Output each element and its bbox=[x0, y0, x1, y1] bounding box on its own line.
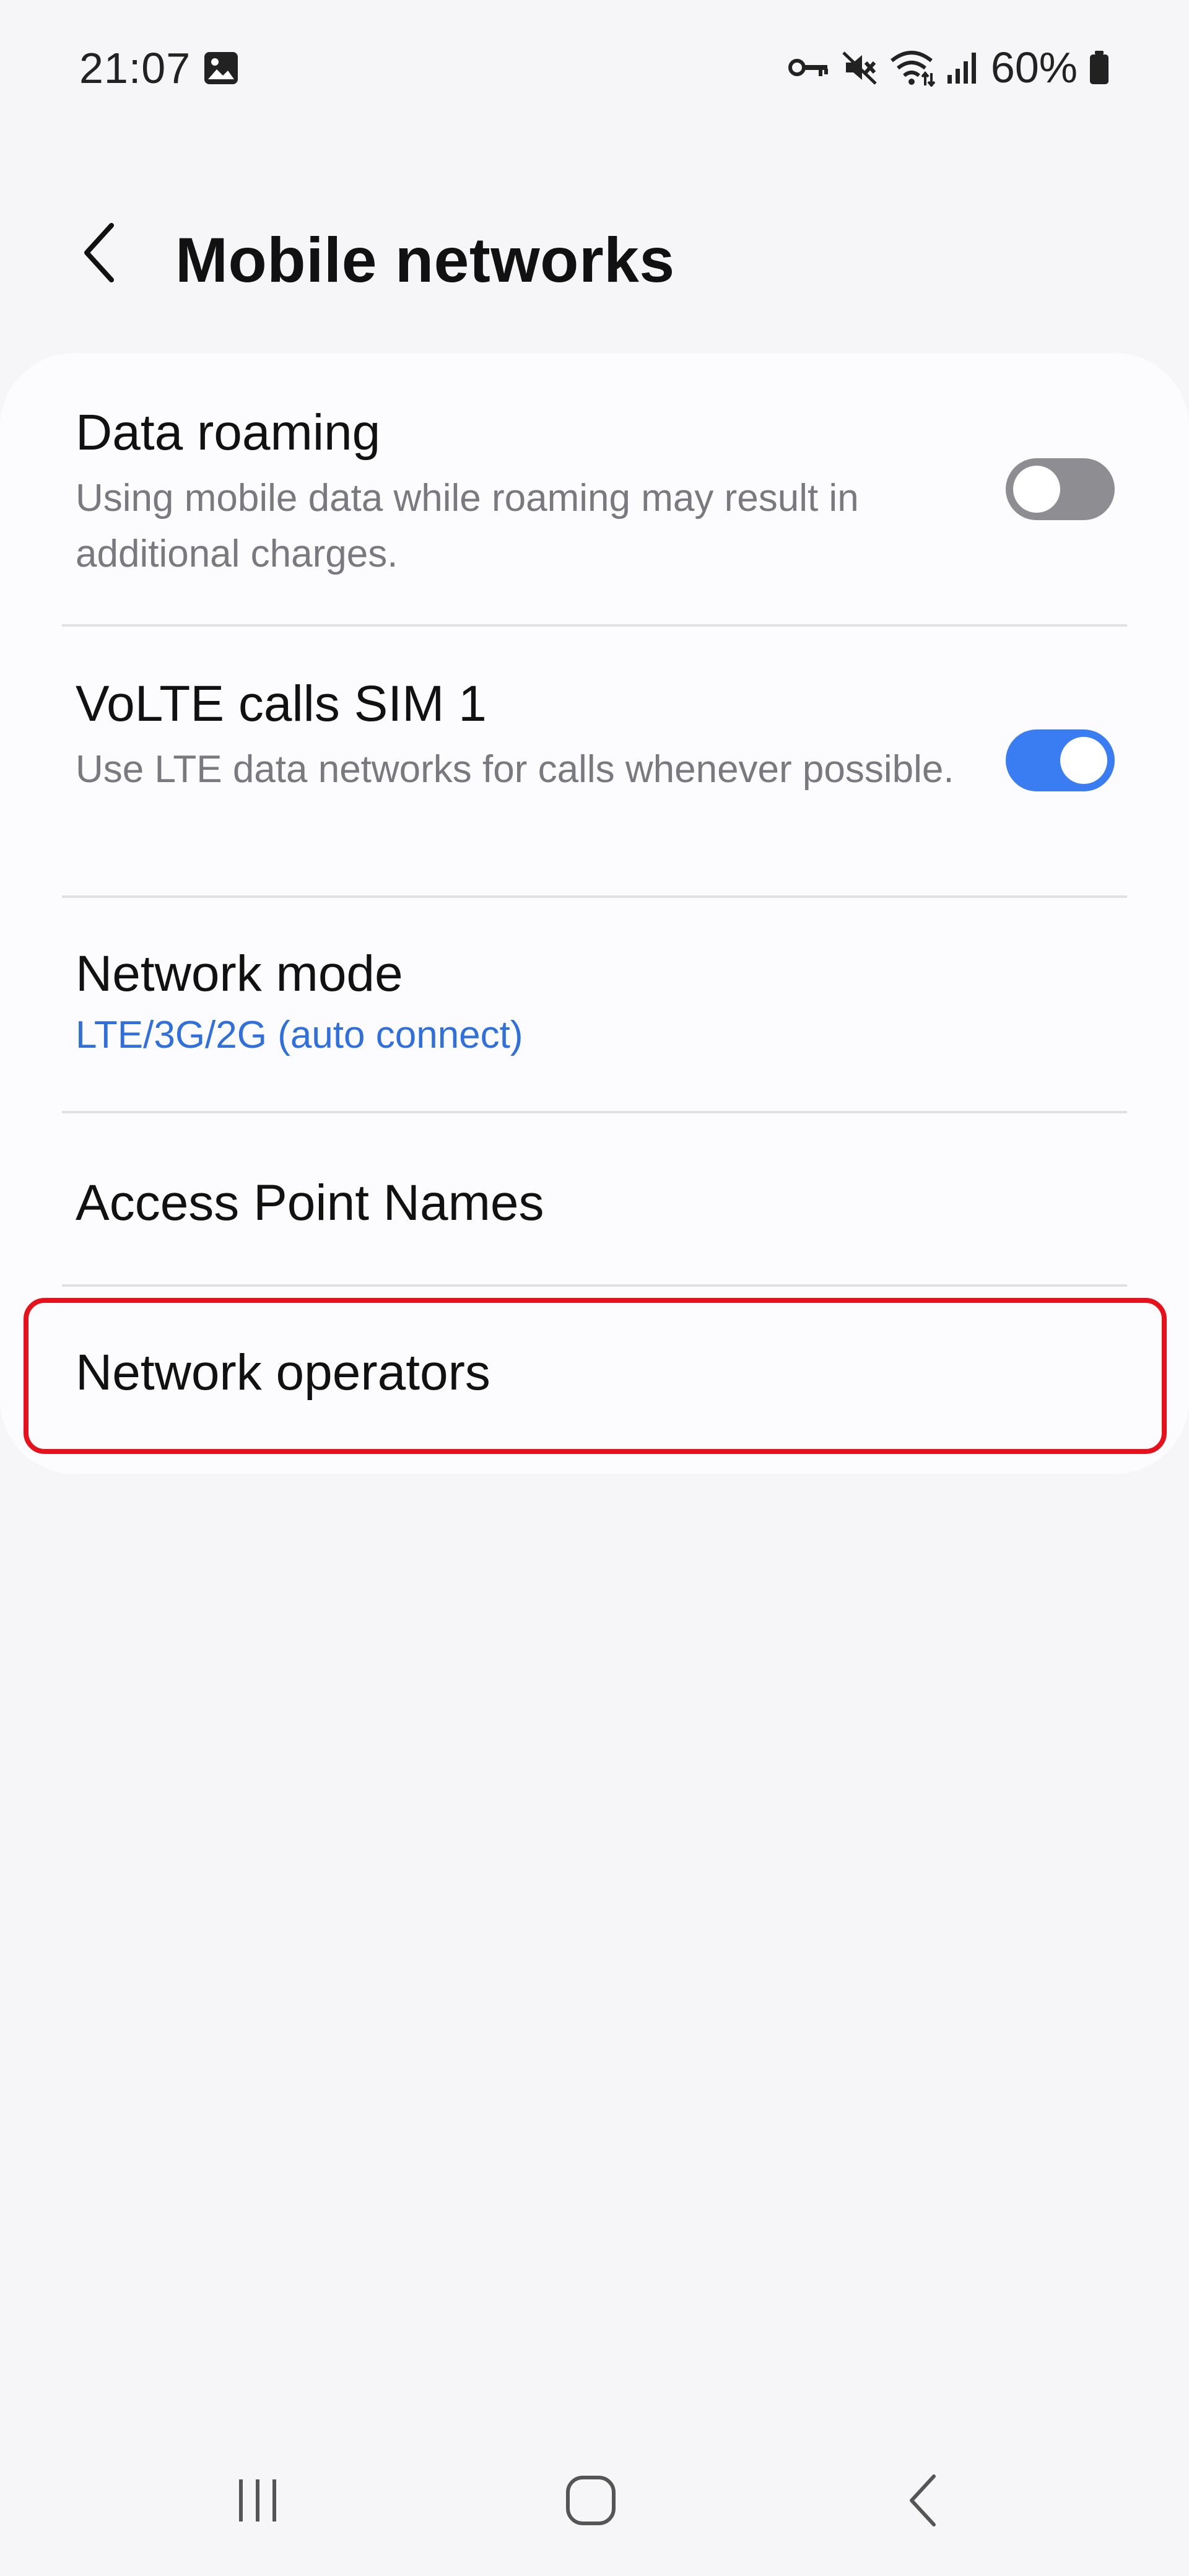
network-mode-title: Network mode bbox=[76, 946, 403, 1002]
apn-title: Access Point Names bbox=[76, 1175, 544, 1231]
volte-subtitle: Use LTE data networks for calls whenever… bbox=[76, 748, 954, 791]
status-bar: 21:07 60% bbox=[0, 0, 1189, 136]
page-title: Mobile networks bbox=[175, 225, 675, 295]
network-mode-item[interactable]: Network mode LTE/3G/2G (auto connect) bbox=[0, 898, 1189, 1111]
back-icon bbox=[905, 2473, 943, 2531]
header: Mobile networks bbox=[0, 204, 1189, 303]
battery-percent: 60% bbox=[990, 43, 1078, 92]
toggle-knob bbox=[1013, 466, 1060, 513]
access-point-names-item[interactable]: Access Point Names bbox=[0, 1113, 1189, 1284]
data-roaming-toggle[interactable] bbox=[1006, 458, 1115, 520]
volte-item[interactable]: VoLTE calls SIM 1 Use LTE data networks … bbox=[0, 627, 1189, 897]
recent-apps-button[interactable] bbox=[208, 2452, 307, 2551]
navigation-bar bbox=[0, 2452, 1189, 2551]
gallery-icon bbox=[203, 51, 239, 85]
chevron-left-icon bbox=[81, 222, 118, 287]
home-icon bbox=[564, 2474, 617, 2530]
vpn-key-icon bbox=[788, 55, 830, 80]
toggle-knob bbox=[1060, 737, 1107, 784]
nav-back-button[interactable] bbox=[874, 2452, 973, 2551]
volte-title: VoLTE calls SIM 1 bbox=[76, 676, 487, 732]
status-time: 21:07 bbox=[79, 44, 191, 92]
screen: 21:07 60% Mobile networks Data roaming U… bbox=[0, 0, 1189, 2576]
battery-icon bbox=[1089, 50, 1110, 85]
highlight-outline bbox=[24, 1298, 1167, 1454]
wifi-icon bbox=[889, 48, 935, 87]
data-roaming-title: Data roaming bbox=[76, 404, 381, 461]
mute-icon bbox=[841, 49, 878, 86]
data-roaming-subtitle: Using mobile data while roaming may resu… bbox=[76, 477, 859, 575]
recent-apps-icon bbox=[233, 2476, 282, 2528]
home-button[interactable] bbox=[541, 2452, 640, 2551]
network-mode-value: LTE/3G/2G (auto connect) bbox=[76, 1014, 523, 1056]
status-icons: 60% bbox=[788, 42, 1110, 93]
signal-icon bbox=[946, 50, 980, 85]
data-roaming-item[interactable]: Data roaming Using mobile data while roa… bbox=[0, 353, 1189, 625]
volte-toggle[interactable] bbox=[1006, 729, 1115, 791]
back-button[interactable] bbox=[62, 217, 136, 291]
